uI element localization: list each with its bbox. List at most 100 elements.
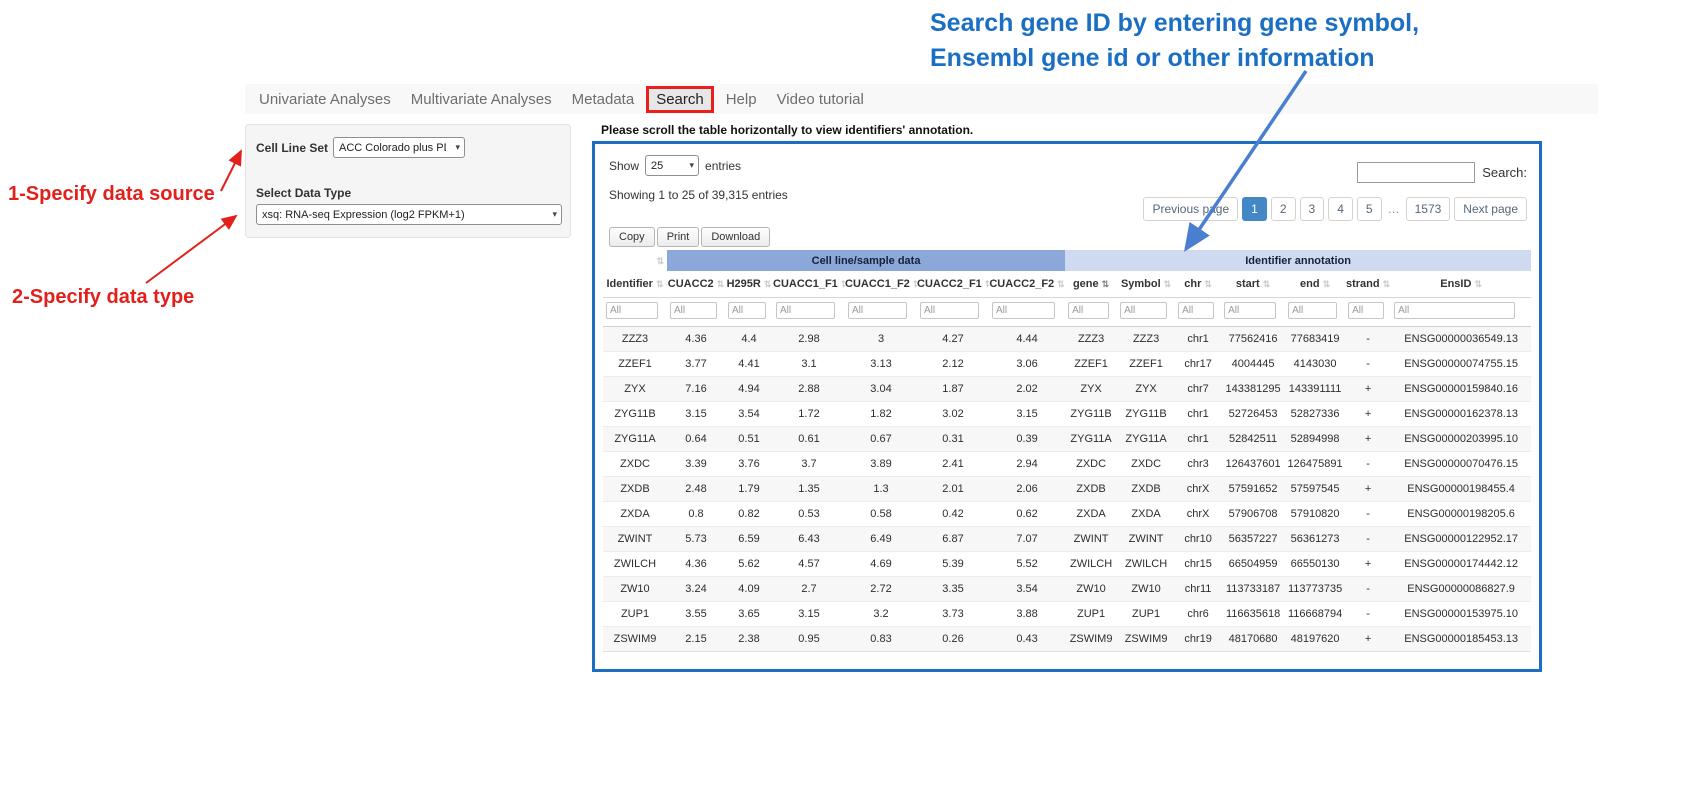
filter-input-cuacc1-f2[interactable] (848, 302, 907, 319)
pagination: Previous page12345…1573Next page (1143, 197, 1527, 221)
table-row[interactable]: ZXDB2.481.791.351.32.012.06ZXDBZXDBchrX5… (603, 476, 1531, 501)
previous-page-button[interactable]: Previous page (1143, 197, 1238, 221)
page-button-1573[interactable]: 1573 (1406, 197, 1451, 221)
filter-input-cuacc2-f2[interactable] (992, 302, 1055, 319)
column-header-chr[interactable]: chr⇅ (1175, 271, 1221, 297)
table-cell: ZW10 (1065, 576, 1117, 601)
table-row[interactable]: ZXDA0.80.820.530.580.420.62ZXDAZXDAchrX5… (603, 501, 1531, 526)
table-row[interactable]: ZYG11B3.153.541.721.823.023.15ZYG11BZYG1… (603, 401, 1531, 426)
table-cell: 3.77 (667, 351, 725, 376)
table-cell: ZXDC (1117, 451, 1175, 476)
red-arrow-2 (146, 216, 236, 283)
page-length-select[interactable]: 25 (645, 155, 699, 176)
next-page-button[interactable]: Next page (1454, 197, 1527, 221)
search-annotation-line1: Search gene ID by entering gene symbol, (930, 6, 1419, 41)
table-info: Showing 1 to 25 of 39,315 entries (609, 188, 788, 202)
table-cell: 4.94 (725, 376, 773, 401)
table-cell: chr6 (1175, 601, 1221, 626)
filter-cell (989, 297, 1065, 326)
download-button[interactable]: Download (701, 227, 770, 247)
table-cell: + (1345, 401, 1391, 426)
column-header-strand[interactable]: strand⇅ (1345, 271, 1391, 297)
table-row[interactable]: ZYX7.164.942.883.041.872.02ZYXZYXchr7143… (603, 376, 1531, 401)
filter-input-identifier[interactable] (606, 302, 658, 319)
page-button-1[interactable]: 1 (1242, 197, 1267, 221)
column-header-symbol[interactable]: Symbol⇅ (1117, 271, 1175, 297)
table-cell: ZYG11B (603, 401, 667, 426)
table-cell: 6.87 (917, 526, 989, 551)
column-header-gene[interactable]: gene⇅ (1065, 271, 1117, 297)
column-header-identifier[interactable]: Identifier⇅ (603, 271, 667, 297)
filter-input-symbol[interactable] (1120, 302, 1167, 319)
table-cell: 4.4 (725, 326, 773, 351)
table-cell: 0.95 (773, 626, 845, 651)
nav-tab-video-tutorial[interactable]: Video tutorial (767, 86, 874, 113)
table-cell: 0.42 (917, 501, 989, 526)
table-row[interactable]: ZSWIM92.152.380.950.830.260.43ZSWIM9ZSWI… (603, 626, 1531, 651)
table-cell: 4.36 (667, 551, 725, 576)
data-type-annotation: 2-Specify data type (12, 286, 194, 309)
column-header-cuacc2-f1[interactable]: CUACC2_F1⇅ (917, 271, 989, 297)
table-cell: 2.98 (773, 326, 845, 351)
filter-input-gene[interactable] (1068, 302, 1109, 319)
column-header-cuacc2-f2[interactable]: CUACC2_F2⇅ (989, 271, 1065, 297)
nav-tab-search[interactable]: Search (646, 86, 714, 113)
table-row[interactable]: ZWINT5.736.596.436.496.877.07ZWINTZWINTc… (603, 526, 1531, 551)
filter-input-start[interactable] (1224, 302, 1276, 319)
table-cell: 52842511 (1221, 426, 1285, 451)
results-table: ⇅Cell line/sample dataIdentifier annotat… (603, 250, 1531, 652)
filter-input-ensid[interactable] (1394, 302, 1515, 319)
column-header-h295r[interactable]: H295R⇅ (725, 271, 773, 297)
table-row[interactable]: ZXDC3.393.763.73.892.412.94ZXDCZXDCchr31… (603, 451, 1531, 476)
table-cell: 4.69 (845, 551, 917, 576)
table-cell: 3.7 (773, 451, 845, 476)
filter-input-cuacc2-f1[interactable] (920, 302, 979, 319)
nav-tab-univariate-analyses[interactable]: Univariate Analyses (249, 86, 401, 113)
table-cell: ZZEF1 (603, 351, 667, 376)
table-cell: ZW10 (1117, 576, 1175, 601)
column-header-cuacc2[interactable]: CUACC2⇅ (667, 271, 725, 297)
filter-input-end[interactable] (1288, 302, 1337, 319)
filter-cell (917, 297, 989, 326)
filter-input-h295r[interactable] (728, 302, 766, 319)
table-cell: 0.61 (773, 426, 845, 451)
page-button-4[interactable]: 4 (1328, 197, 1353, 221)
table-cell: 5.39 (917, 551, 989, 576)
table-search-input[interactable] (1357, 162, 1475, 183)
nav-tab-metadata[interactable]: Metadata (562, 86, 645, 113)
table-cell: ZYG11A (603, 426, 667, 451)
table-row[interactable]: ZZEF13.774.413.13.132.123.06ZZEF1ZZEF1ch… (603, 351, 1531, 376)
table-row[interactable]: ZZZ34.364.42.9834.274.44ZZZ3ZZZ3chr17756… (603, 326, 1531, 351)
table-row[interactable]: ZYG11A0.640.510.610.670.310.39ZYG11AZYG1… (603, 426, 1531, 451)
table-row[interactable]: ZWILCH4.365.624.574.695.395.52ZWILCHZWIL… (603, 551, 1531, 576)
filter-input-strand[interactable] (1348, 302, 1384, 319)
column-header-cuacc1-f2[interactable]: CUACC1_F2⇅ (845, 271, 917, 297)
column-header-ensid[interactable]: EnsID⇅ (1391, 271, 1531, 297)
sort-icon[interactable]: ⇅ (656, 256, 664, 267)
table-cell: ZXDA (603, 501, 667, 526)
table-cell: + (1345, 626, 1391, 651)
table-row[interactable]: ZW103.244.092.72.723.353.54ZW10ZW10chr11… (603, 576, 1531, 601)
table-row[interactable]: ZUP13.553.653.153.23.733.88ZUP1ZUP1chr61… (603, 601, 1531, 626)
page-button-3[interactable]: 3 (1300, 197, 1325, 221)
copy-button[interactable]: Copy (609, 227, 655, 247)
nav-tab-help[interactable]: Help (716, 86, 767, 113)
column-header-start[interactable]: start⇅ (1221, 271, 1285, 297)
table-cell: 2.38 (725, 626, 773, 651)
page-button-2[interactable]: 2 (1271, 197, 1296, 221)
table-cell: 0.53 (773, 501, 845, 526)
filter-input-cuacc1-f1[interactable] (776, 302, 835, 319)
table-cell: 1.72 (773, 401, 845, 426)
data-type-select[interactable]: xsq: RNA-seq Expression (log2 FPKM+1) (256, 204, 562, 225)
filter-input-chr[interactable] (1178, 302, 1214, 319)
column-header-end[interactable]: end⇅ (1285, 271, 1345, 297)
table-cell: 0.51 (725, 426, 773, 451)
page-button-5[interactable]: 5 (1357, 197, 1382, 221)
table-cell: 66504959 (1221, 551, 1285, 576)
filter-input-cuacc2[interactable] (670, 302, 717, 319)
cell-line-set-select[interactable]: ACC Colorado plus PDX (333, 137, 465, 158)
nav-tab-multivariate-analyses[interactable]: Multivariate Analyses (401, 86, 562, 113)
print-button[interactable]: Print (657, 227, 700, 247)
table-cell: 77683419 (1285, 326, 1345, 351)
column-header-cuacc1-f1[interactable]: CUACC1_F1⇅ (773, 271, 845, 297)
